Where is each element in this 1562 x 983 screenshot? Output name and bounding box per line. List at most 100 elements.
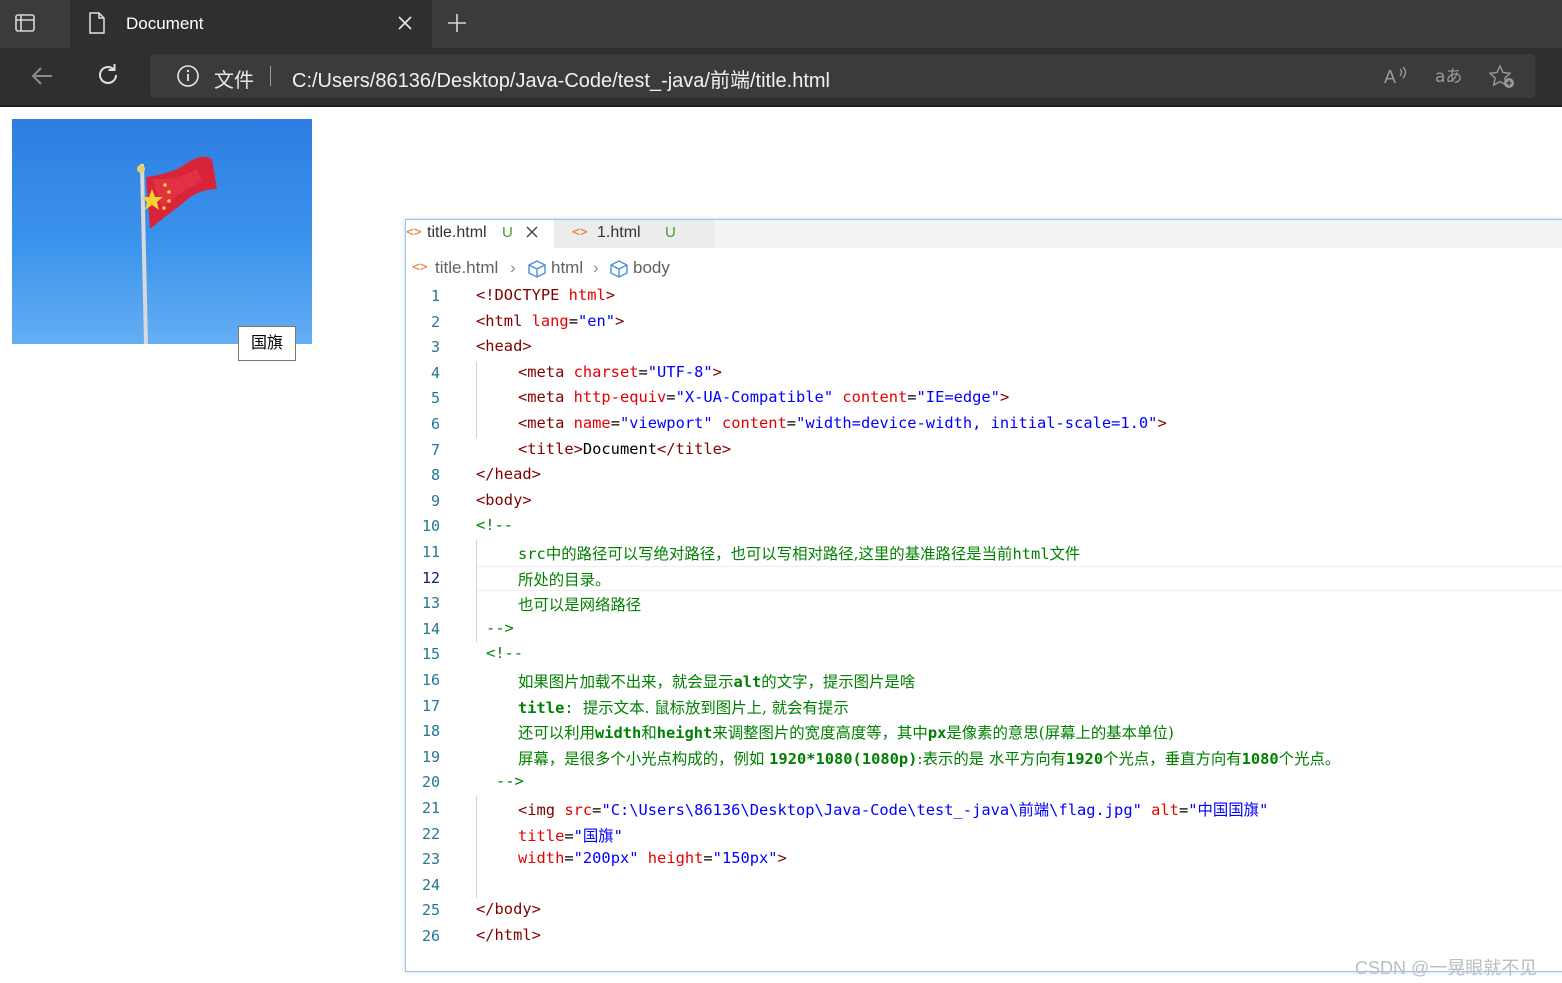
line-number: 1 — [430, 287, 440, 305]
line-number: 9 — [430, 491, 440, 510]
line-number: 23 — [421, 850, 440, 869]
element-icon — [609, 260, 629, 283]
code-line: 18 还可以利用width和height来调整图片的宽度高度等，其中px是像素的… — [406, 719, 1562, 744]
code-text: --> — [496, 772, 524, 791]
line-number: 24 — [421, 875, 440, 894]
line-number: 5 — [430, 389, 440, 408]
html-file-icon: <> — [572, 225, 588, 240]
code-line: 7 <title>Document</title> — [406, 438, 1562, 463]
code-line: 13 也可以是网络路径 — [406, 591, 1562, 616]
code-text: </body> — [476, 900, 541, 919]
untracked-badge: U — [665, 224, 676, 241]
code-text: src中的路径可以写绝对路径，也可以写相对路径,这里的基准路径是当前html文件 — [518, 545, 1081, 563]
address-divider — [270, 66, 271, 86]
browser-tab[interactable]: Document — [70, 0, 432, 48]
svg-text:A: A — [1384, 67, 1396, 87]
code-text: </head> — [476, 465, 541, 484]
add-favorite-icon[interactable] — [1488, 64, 1516, 95]
chevron-right-icon: › — [510, 258, 516, 277]
code-text: width="200px" height="150px"> — [518, 849, 787, 868]
line-number: 26 — [421, 927, 440, 945]
code-line: 23 width="200px" height="150px"> — [406, 847, 1562, 872]
code-line: 11 src中的路径可以写绝对路径，也可以写相对路径,这里的基准路径是当前htm… — [406, 540, 1562, 565]
code-line: 10 <!-- — [406, 514, 1562, 539]
code-text: <!-- — [486, 644, 524, 663]
code-line: 19 屏幕，是很多个小光点构成的，例如 1920*1080(1080p):表示的… — [406, 745, 1562, 770]
address-bar[interactable]: 文件 C:/Users/86136/Desktop/Java-Code/test… — [150, 54, 1535, 98]
close-icon[interactable] — [396, 14, 414, 37]
editor-tab-bar: <> title.html U <> 1.html U — [406, 220, 1562, 248]
code-text: <meta http-equiv="X-UA-Compatible" conte… — [518, 388, 1010, 407]
line-number: 14 — [421, 619, 440, 638]
untracked-badge: U — [502, 224, 513, 241]
line-number: 25 — [421, 901, 440, 920]
code-text: <body> — [476, 490, 532, 509]
code-line: 3 <head> — [406, 335, 1562, 360]
editor-tab-1-html[interactable]: <> 1.html U — [554, 220, 714, 248]
code-line: 17 title: 提示文本. 鼠标放到图片上, 就会有提示 — [406, 694, 1562, 719]
element-icon — [527, 260, 547, 283]
code-line: 5 <meta http-equiv="X-UA-Compatible" con… — [406, 386, 1562, 411]
address-url[interactable]: C:/Users/86136/Desktop/Java-Code/test_-j… — [292, 64, 830, 93]
line-number: 16 — [421, 671, 440, 689]
image-tooltip: 国旗 — [238, 326, 296, 361]
code-line: 14 --> — [406, 617, 1562, 642]
address-scheme: 文件 — [214, 70, 254, 92]
plus-icon[interactable] — [446, 12, 468, 39]
breadcrumb-html[interactable]: html — [551, 258, 583, 278]
line-number: 17 — [421, 696, 440, 715]
chevron-right-icon: › — [593, 258, 599, 277]
html-file-icon: <> — [412, 260, 428, 275]
tab-title: Document — [126, 14, 204, 33]
code-text: <html lang="en"> — [476, 311, 625, 330]
line-number: 21 — [421, 799, 440, 817]
code-line: 24 — [406, 873, 1562, 898]
code-text: title="国旗" — [518, 826, 623, 845]
line-number: 13 — [421, 594, 440, 613]
line-number: 22 — [421, 824, 440, 843]
code-text: </html> — [476, 926, 541, 944]
flag-image[interactable] — [12, 119, 312, 344]
code-text: title: 提示文本. 鼠标放到图片上, 就会有提示 — [518, 698, 849, 717]
translate-icon[interactable]: aあ — [1435, 64, 1463, 93]
browser-tab-strip: Document — [0, 0, 1562, 48]
back-arrow-icon[interactable] — [28, 62, 56, 95]
info-icon[interactable] — [176, 64, 200, 93]
breadcrumb-body[interactable]: body — [633, 258, 670, 278]
code-text: 还可以利用width和height来调整图片的宽度高度等，其中px是像素的意思(… — [518, 724, 1174, 743]
close-icon[interactable] — [525, 225, 539, 244]
tab-actions-icon[interactable] — [14, 12, 36, 34]
code-line: 1 <!DOCTYPE html> — [406, 284, 1562, 309]
svg-text:aあ: aあ — [1435, 67, 1462, 87]
code-text: <title>Document</title> — [518, 439, 732, 458]
line-number: 3 — [430, 338, 440, 357]
line-number: 6 — [430, 415, 440, 433]
code-text: <meta charset="UTF-8"> — [518, 362, 722, 381]
line-number: 18 — [421, 722, 440, 741]
code-text: <img src="C:\Users\86136\Desktop\Java-Co… — [518, 801, 1269, 819]
code-line: 4 <meta charset="UTF-8"> — [406, 361, 1562, 386]
code-text: <!-- — [476, 516, 514, 535]
code-text: 所处的目录。 — [518, 570, 611, 589]
code-line: 26 </html> — [406, 924, 1562, 949]
reload-icon[interactable] — [94, 61, 122, 94]
breadcrumb-file[interactable]: title.html — [435, 258, 498, 278]
editor-tab-label: title.html — [427, 224, 487, 241]
code-text: 也可以是网络路径 — [518, 596, 642, 615]
line-number: 19 — [421, 747, 440, 766]
read-aloud-icon[interactable]: A — [1383, 64, 1409, 93]
code-line: 20 --> — [406, 770, 1562, 795]
code-line: 22 title="国旗" — [406, 822, 1562, 847]
line-number: 2 — [430, 312, 440, 331]
line-number: 15 — [421, 645, 440, 664]
browser-toolbar: 文件 C:/Users/86136/Desktop/Java-Code/test… — [0, 48, 1562, 107]
line-number: 12 — [421, 568, 440, 587]
line-number: 7 — [430, 440, 440, 459]
code-text: <!DOCTYPE html> — [476, 286, 616, 304]
code-editor-window: <> title.html U <> 1.html U <> title.htm… — [405, 219, 1562, 972]
line-number: 4 — [430, 363, 440, 382]
code-text: <meta name="viewport" content="width=dev… — [518, 414, 1167, 432]
code-text: <head> — [476, 337, 532, 356]
editor-tab-title-html[interactable]: <> title.html U — [406, 220, 554, 248]
line-number: 20 — [421, 773, 440, 792]
